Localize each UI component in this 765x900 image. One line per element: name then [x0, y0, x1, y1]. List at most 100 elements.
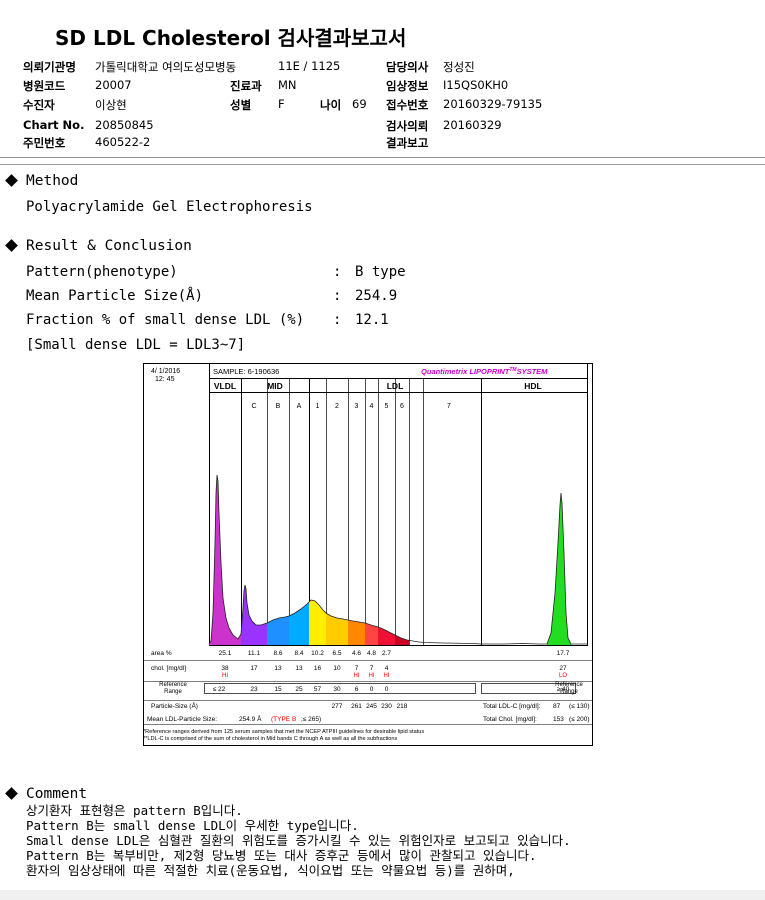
- age-label: 나이: [320, 98, 342, 112]
- chol-label: chol. [mg/dl]: [151, 665, 186, 672]
- reference-value: 23: [250, 686, 258, 693]
- age-value: 69: [352, 97, 367, 111]
- comment-line-5: 환자의 임상상태에 따른 적절한 치료(운동요법, 식이요법 또는 약물요법 등…: [26, 863, 515, 878]
- pattern-value: B type: [355, 264, 406, 280]
- receipt-value: 20160329-79135: [443, 97, 543, 111]
- patient-value: 이상현: [95, 98, 127, 112]
- clinical-label: 임상정보: [386, 79, 429, 93]
- doctor-label: 담당의사: [386, 60, 429, 74]
- receipt-label: 접수번호: [386, 98, 429, 112]
- band-label: B: [276, 403, 281, 410]
- mean-size-value: 254.9 Å: [239, 714, 262, 723]
- comment-line-2: Pattern B는 small dense LDL이 우세한 type입니다.: [26, 818, 359, 833]
- comment-heading: Comment: [0, 786, 87, 802]
- patient-label: 수진자: [23, 98, 55, 112]
- band-fill: [348, 620, 365, 645]
- report-page: SD LDL Cholesterol 검사결과보고서 의뢰기관명 가톨릭대학교 …: [0, 0, 765, 890]
- fraction-value: 12.1: [355, 312, 389, 328]
- particle-size-value: 261: [351, 703, 362, 710]
- flag-value: HI: [384, 673, 390, 679]
- area-value: 2.7: [382, 650, 391, 657]
- chol-value: 16: [314, 665, 322, 672]
- dept-value: MN: [278, 78, 297, 92]
- hospital-code-value: 20007: [95, 78, 132, 92]
- chart-no-label: Chart No.: [23, 118, 85, 132]
- band-label: 6: [400, 403, 404, 410]
- electrophoresis-chart: 4/ 1/2016 12: 45 SAMPLE: 6-190636 Quanti…: [143, 363, 593, 746]
- chart-no-value: 20850845: [95, 118, 154, 132]
- lipoprint-figure: 4/ 1/2016 12: 45 SAMPLE: 6-190636 Quanti…: [143, 363, 593, 746]
- result-heading: Result & Conclusion: [0, 238, 192, 254]
- fraction-sep: :: [333, 312, 342, 328]
- chol-value: 7: [355, 665, 359, 672]
- report-title: SD LDL Cholesterol 검사결과보고서: [55, 26, 407, 50]
- reference-value: 57: [314, 686, 322, 693]
- particle-size-value: 254.9: [355, 288, 398, 304]
- reference-value: ≥ 40: [557, 686, 570, 693]
- doctor-value: 정성진: [443, 60, 475, 74]
- comment-line-4: Pattern B는 복부비만, 제2형 당뇨병 또는 대사 증후군 등에서 많…: [26, 848, 537, 863]
- particle-size-value: 218: [397, 703, 408, 710]
- ward-value: 11E / 1125: [278, 59, 341, 73]
- area-value: 8.6: [273, 650, 282, 657]
- total-chol-value: 153: [553, 716, 564, 723]
- reference-value: 30: [333, 686, 341, 693]
- chol-value: 13: [274, 665, 282, 672]
- mean-size-ref: ;≤ 265): [301, 716, 321, 723]
- area-label: area %: [151, 650, 172, 657]
- method-text: Polyacrylamide Gel Electrophoresis: [26, 199, 313, 215]
- reference-value: ≤ 22: [213, 686, 226, 693]
- comment-line-1: 상기환자 표현형은 pattern B입니다.: [26, 803, 243, 818]
- band-label: 5: [385, 403, 389, 410]
- reference-value: 15: [274, 686, 282, 693]
- flag-value: HI: [369, 673, 375, 679]
- band-label: C: [251, 403, 256, 410]
- request-label: 검사의뢰: [386, 119, 429, 133]
- flag-value: HI: [354, 673, 360, 679]
- rrn-value: 460522-2: [95, 135, 151, 149]
- mean-size-label: Mean LDL-Particle Size:: [147, 716, 217, 723]
- sex-value: F: [278, 97, 285, 111]
- band-label: A: [297, 403, 302, 410]
- fraction-label: Fraction % of small dense LDL (%): [26, 312, 305, 328]
- total-chol-ref: (≤ 200): [569, 716, 590, 723]
- comment-line-3: Small dense LDL은 심혈관 질환의 위험도를 증가시킬 수 있는 …: [26, 833, 571, 848]
- clinical-value: I15QS0KH0: [443, 78, 509, 92]
- hospital-code-label: 병원코드: [23, 79, 66, 93]
- figure-frame: [143, 363, 593, 746]
- group-label: HDL: [524, 381, 541, 391]
- run-time: 12: 45: [155, 376, 175, 383]
- rrn-label: 주민번호: [23, 136, 66, 150]
- particle-size-label: Particle-Size (Å): [151, 701, 198, 710]
- particle-size-value: 245: [366, 703, 377, 710]
- institution-label: 의뢰기관명: [23, 60, 76, 74]
- run-date: 4/ 1/2016: [151, 368, 180, 375]
- band-label: 2: [335, 403, 339, 410]
- particle-size-sep: :: [333, 288, 342, 304]
- range-label: Range: [164, 689, 182, 695]
- area-value: 4.8: [367, 650, 376, 657]
- group-label: MID: [267, 381, 283, 391]
- chol-value: 10: [333, 665, 341, 672]
- dept-label: 진료과: [230, 79, 262, 93]
- chol-value: 4: [385, 665, 389, 672]
- footnote-2: **LDL-C is comprised of the sum of chole…: [143, 736, 398, 742]
- area-value: 8.4: [294, 650, 303, 657]
- flag-value: LO: [559, 673, 567, 679]
- group-label: VLDL: [214, 381, 236, 391]
- diamond-bullet-icon: [5, 787, 18, 800]
- reference-value: 0: [370, 686, 374, 693]
- area-value: 6.5: [332, 650, 341, 657]
- pattern-label: Pattern(phenotype): [26, 264, 178, 280]
- flag-value: HI: [222, 673, 228, 679]
- institution-value: 가톨릭대학교 여의도성모병동: [95, 60, 237, 74]
- chol-value: 27: [559, 665, 567, 672]
- total-ldl-label: Total LDL-C [mg/dl]:: [483, 703, 541, 710]
- area-value: 25.1: [219, 650, 232, 657]
- particle-size-value: 277: [332, 703, 343, 710]
- chol-value: 7: [370, 665, 374, 672]
- request-value: 20160329: [443, 118, 502, 132]
- sample-id: SAMPLE: 6-190636: [213, 367, 279, 376]
- band-label: 3: [355, 403, 359, 410]
- total-ldl-value: 87: [553, 703, 561, 710]
